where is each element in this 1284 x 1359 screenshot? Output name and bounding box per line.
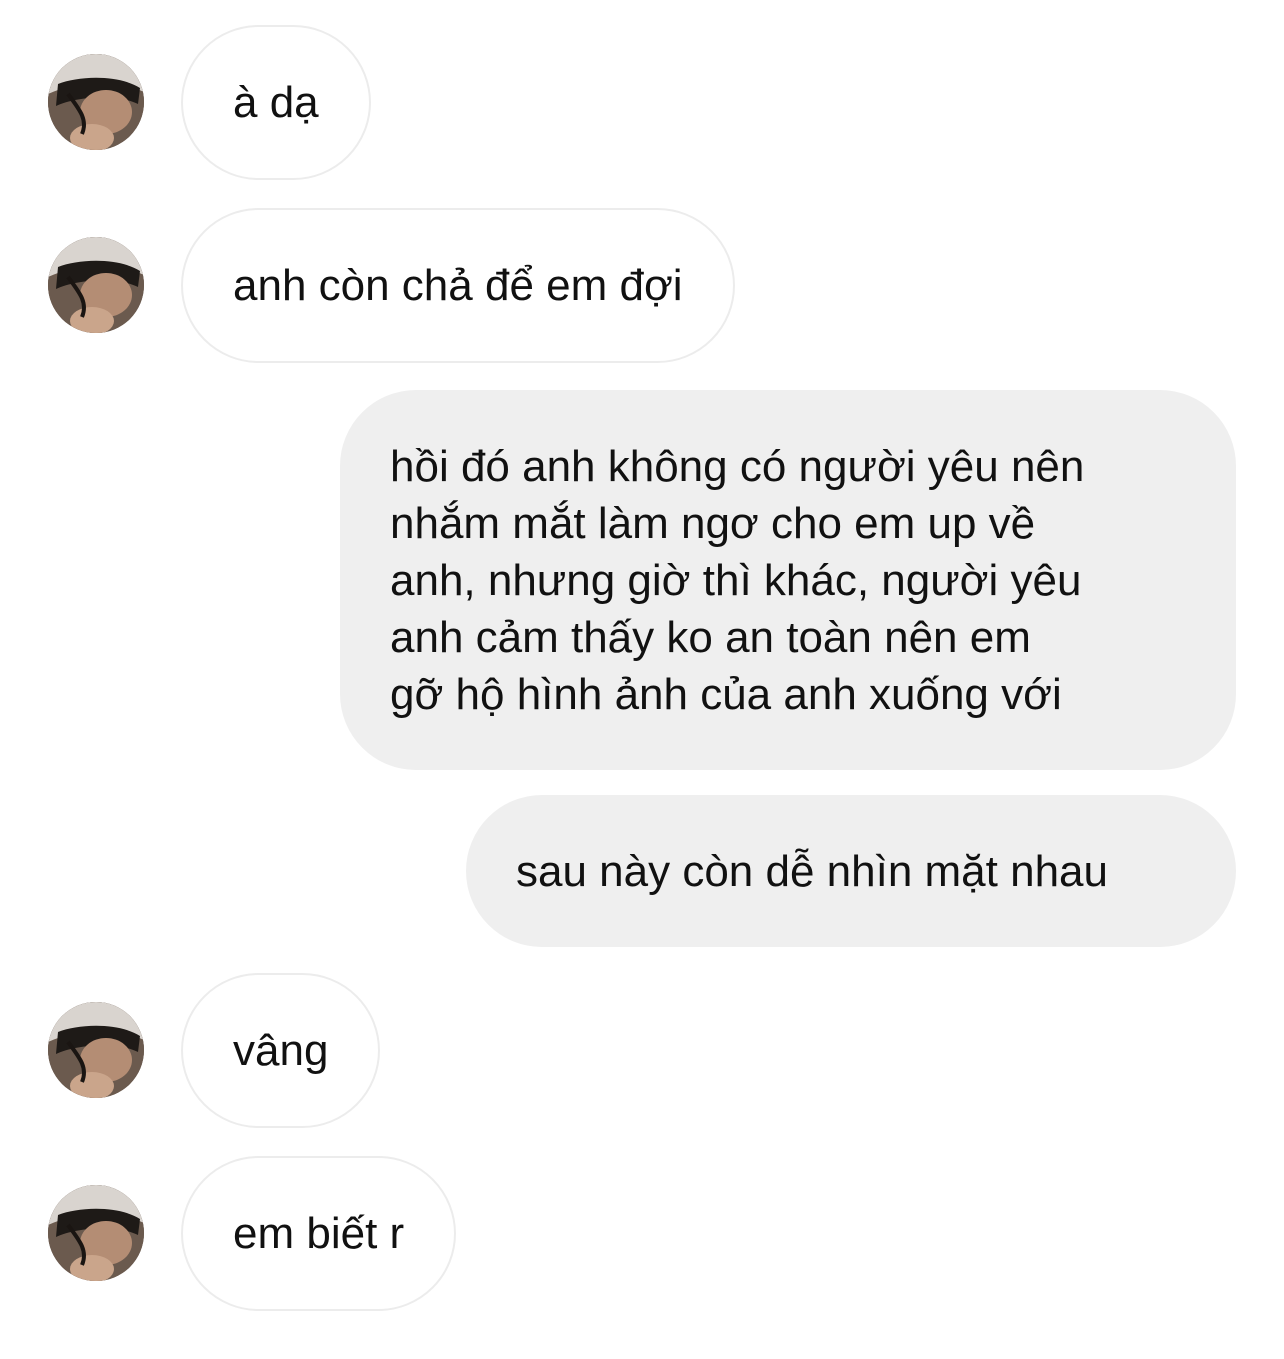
message-text: sau này còn dễ nhìn mặt nhau [516, 846, 1108, 896]
outgoing-message[interactable]: hồi đó anh không có người yêu nên nhắm m… [340, 390, 1236, 770]
incoming-message[interactable]: em biết r [181, 1156, 457, 1311]
incoming-message[interactable]: vâng [181, 973, 381, 1128]
message-text: hồi đó anh không có người yêu nên nhắm m… [390, 441, 1085, 719]
message-text: à dạ [233, 78, 319, 127]
avatar-photo-icon [48, 1002, 144, 1098]
contact-avatar[interactable] [48, 1002, 144, 1098]
outgoing-message[interactable]: sau này còn dễ nhìn mặt nhau [466, 795, 1236, 947]
contact-avatar[interactable] [48, 54, 144, 150]
incoming-message[interactable]: anh còn chả để em đợi [181, 208, 735, 363]
contact-avatar[interactable] [48, 1185, 144, 1281]
message-text: anh còn chả để em đợi [233, 261, 683, 310]
message-text: em biết r [233, 1209, 405, 1258]
avatar-photo-icon [48, 54, 144, 150]
avatar-photo-icon [48, 1185, 144, 1281]
avatar-photo-icon [48, 237, 144, 333]
message-text: vâng [233, 1026, 329, 1075]
message-thread: à dạ anh còn chả để em đợi hồi đó anh kh… [0, 0, 1284, 1359]
incoming-message[interactable]: à dạ [181, 25, 371, 180]
contact-avatar[interactable] [48, 237, 144, 333]
